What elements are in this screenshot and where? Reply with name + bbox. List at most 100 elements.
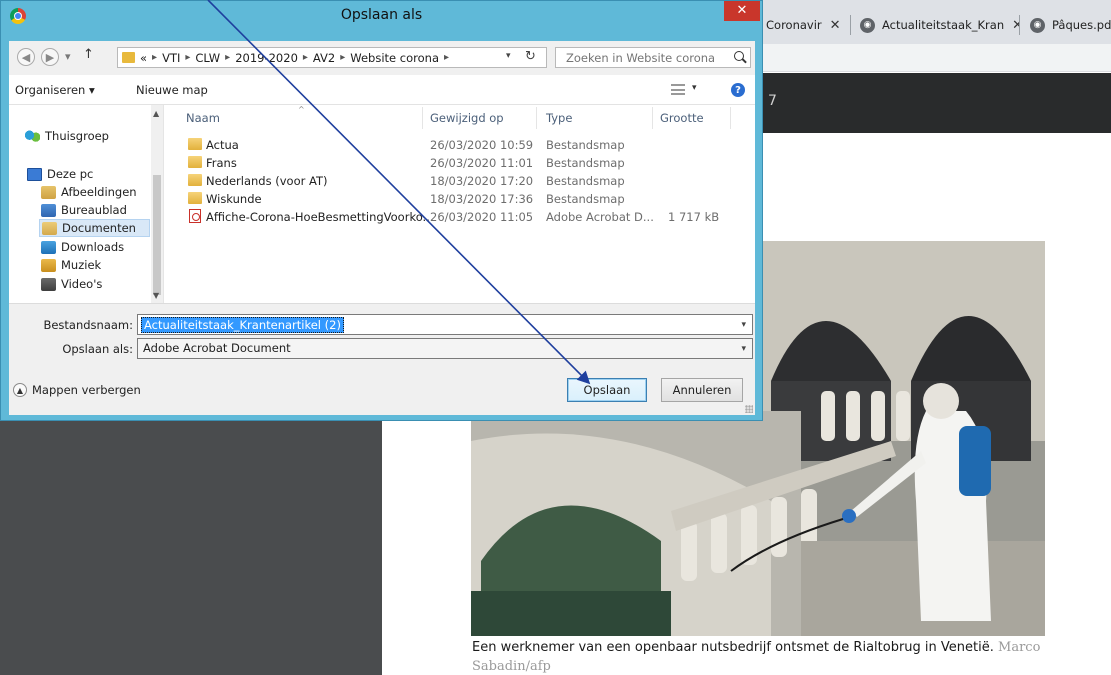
photo-caption: Een werknemer van een openbaar nutsbedri… bbox=[472, 638, 1052, 675]
dialog-titlebar[interactable]: Opslaan als ✕ bbox=[1, 1, 762, 31]
breadcrumb-dropdown-icon[interactable]: ▾ bbox=[506, 51, 511, 61]
dialog-footer: ▲ Mappen verbergen Opslaan Annuleren bbox=[9, 365, 755, 415]
file-row[interactable]: Actua 26/03/2020 10:59 Bestandsmap bbox=[164, 136, 754, 154]
nav-item-this-pc[interactable]: Deze pc bbox=[27, 165, 93, 183]
filename-value[interactable]: Actualiteitstaak_Krantenartikel (2) bbox=[141, 317, 344, 333]
file-type: Bestandsmap bbox=[546, 138, 625, 152]
nav-item-afbeeldingen[interactable]: Afbeeldingen bbox=[41, 183, 137, 201]
file-name: Frans bbox=[206, 156, 237, 170]
breadcrumb-separator: ▸ bbox=[340, 52, 346, 63]
file-row[interactable]: Frans 26/03/2020 11:01 Bestandsmap bbox=[164, 154, 754, 172]
globe-icon: ◉ bbox=[860, 17, 875, 33]
save-button[interactable]: Opslaan bbox=[567, 378, 647, 402]
scroll-up-icon[interactable]: ▲ bbox=[153, 109, 159, 118]
tab-separator bbox=[850, 15, 851, 35]
scrollbar-thumb[interactable] bbox=[153, 175, 161, 295]
tab-label: Coronavir bbox=[766, 18, 822, 32]
back-arrow-icon[interactable]: ◀ bbox=[17, 48, 35, 66]
hide-folders-label: Mappen verbergen bbox=[32, 383, 141, 397]
nav-label: Bureaublad bbox=[61, 203, 127, 217]
column-header-type[interactable]: Type bbox=[546, 111, 572, 125]
tab-separator bbox=[1019, 15, 1020, 35]
savetype-select[interactable]: Adobe Acrobat Document ▾ bbox=[137, 338, 753, 359]
file-modified: 18/03/2020 17:36 bbox=[430, 192, 534, 206]
close-icon[interactable]: ✕ bbox=[830, 18, 841, 33]
breadcrumb-separator: ▸ bbox=[152, 52, 158, 63]
breadcrumb[interactable]: « ▸ VTI ▸ CLW ▸ 2019-2020 ▸ AV2 ▸ Websit… bbox=[117, 47, 547, 68]
refresh-icon[interactable]: ↻ bbox=[525, 49, 536, 64]
chevron-down-icon[interactable]: ▾ bbox=[741, 344, 746, 354]
breadcrumb-website-corona[interactable]: Website corona bbox=[350, 51, 439, 65]
hide-folders-toggle[interactable]: ▲ Mappen verbergen bbox=[13, 383, 141, 397]
breadcrumb-overflow[interactable]: « bbox=[140, 51, 147, 65]
view-options-icon[interactable] bbox=[671, 84, 685, 95]
dialog-close-button[interactable]: ✕ bbox=[724, 1, 760, 21]
tab-label: Actualiteitstaak_Kran bbox=[882, 18, 1005, 32]
folder-icon bbox=[188, 192, 202, 204]
recent-locations-chevron-icon[interactable]: ▾ bbox=[65, 50, 71, 63]
dialog-toolbar: Organiseren ▾ Nieuwe map ▾ ? bbox=[9, 75, 755, 105]
column-separator[interactable] bbox=[730, 107, 731, 129]
tab-label: Pâques.pdf bbox=[1052, 18, 1111, 32]
column-header-modified[interactable]: Gewijzigd op bbox=[430, 111, 504, 125]
up-arrow-icon[interactable]: ↑ bbox=[83, 47, 94, 62]
globe-icon: ◉ bbox=[1030, 17, 1045, 33]
folder-icon bbox=[122, 52, 135, 63]
music-icon bbox=[41, 258, 56, 272]
file-name: Nederlands (voor AT) bbox=[206, 174, 328, 188]
nav-scrollbar[interactable]: ▲ ▼ bbox=[151, 105, 163, 303]
nav-item-videos[interactable]: Video's bbox=[41, 275, 102, 293]
resize-grip-icon[interactable] bbox=[745, 405, 753, 413]
column-separator[interactable] bbox=[652, 107, 653, 129]
file-name: Actua bbox=[206, 138, 239, 152]
breadcrumb-year[interactable]: 2019-2020 bbox=[235, 51, 298, 65]
chevron-down-icon[interactable]: ▾ bbox=[692, 83, 697, 93]
file-row[interactable]: Nederlands (voor AT) 18/03/2020 17:20 Be… bbox=[164, 172, 754, 190]
savetype-value: Adobe Acrobat Document bbox=[143, 341, 291, 355]
breadcrumb-av2[interactable]: AV2 bbox=[313, 51, 335, 65]
search-box[interactable] bbox=[555, 47, 751, 68]
search-icon[interactable] bbox=[734, 51, 744, 61]
column-header-name[interactable]: Naam bbox=[186, 111, 220, 125]
column-separator[interactable] bbox=[536, 107, 537, 129]
column-header-size[interactable]: Grootte bbox=[660, 111, 704, 125]
nav-label: Muziek bbox=[61, 258, 102, 272]
file-name: Wiskunde bbox=[206, 192, 262, 206]
nav-item-documenten[interactable]: Documenten bbox=[39, 219, 150, 237]
search-input[interactable] bbox=[566, 50, 726, 65]
nav-item-homegroup[interactable]: Thuisgroep bbox=[25, 127, 109, 145]
file-modified: 26/03/2020 11:01 bbox=[430, 156, 534, 170]
nav-label: Video's bbox=[61, 277, 103, 291]
new-folder-button[interactable]: Nieuwe map bbox=[136, 83, 208, 97]
file-modified: 18/03/2020 17:20 bbox=[430, 174, 534, 188]
file-name: Affiche-Corona-HoeBesmettingVoorko... bbox=[206, 210, 434, 224]
filename-input[interactable]: Actualiteitstaak_Krantenartikel (2) ▾ bbox=[137, 314, 753, 335]
browser-tab-actualiteitstaak[interactable]: ◉ Actualiteitstaak_Kran ✕ bbox=[860, 12, 1020, 38]
breadcrumb-clw[interactable]: CLW bbox=[195, 51, 220, 65]
file-list: ^ Naam Gewijzigd op Type Grootte Actua 2… bbox=[163, 105, 755, 303]
nav-label: Downloads bbox=[61, 240, 125, 254]
organize-menu-button[interactable]: Organiseren ▾ bbox=[15, 83, 95, 97]
nav-item-bureaublad[interactable]: Bureaublad bbox=[41, 201, 127, 219]
caption-text: Een werknemer van een openbaar nutsbedri… bbox=[472, 640, 994, 655]
browser-tab-paques[interactable]: ◉ Pâques.pdf bbox=[1030, 12, 1111, 38]
nav-item-downloads[interactable]: Downloads bbox=[41, 238, 124, 256]
file-type: Bestandsmap bbox=[546, 174, 625, 188]
forward-arrow-icon[interactable]: ▶ bbox=[41, 48, 59, 66]
pictures-icon bbox=[41, 185, 56, 199]
nav-item-muziek[interactable]: Muziek bbox=[41, 256, 101, 274]
nav-label: Deze pc bbox=[47, 167, 94, 181]
file-type: Bestandsmap bbox=[546, 156, 625, 170]
file-row[interactable]: Wiskunde 18/03/2020 17:36 Bestandsmap bbox=[164, 190, 754, 208]
column-separator[interactable] bbox=[422, 107, 423, 129]
breadcrumb-separator: ▸ bbox=[225, 52, 231, 63]
scroll-down-icon[interactable]: ▼ bbox=[153, 291, 159, 300]
cancel-button[interactable]: Annuleren bbox=[661, 378, 743, 402]
help-icon[interactable]: ? bbox=[731, 83, 745, 97]
browser-tab-coronavirus[interactable]: Coronavir ✕ bbox=[766, 12, 851, 38]
save-as-dialog: Opslaan als ✕ ◀ ▶ ▾ ↑ « ▸ VTI ▸ CLW ▸ 20… bbox=[0, 0, 763, 421]
videos-icon bbox=[41, 277, 56, 291]
file-row[interactable]: Affiche-Corona-HoeBesmettingVoorko... 26… bbox=[164, 208, 754, 226]
breadcrumb-vti[interactable]: VTI bbox=[162, 51, 180, 65]
chevron-down-icon[interactable]: ▾ bbox=[741, 320, 746, 330]
